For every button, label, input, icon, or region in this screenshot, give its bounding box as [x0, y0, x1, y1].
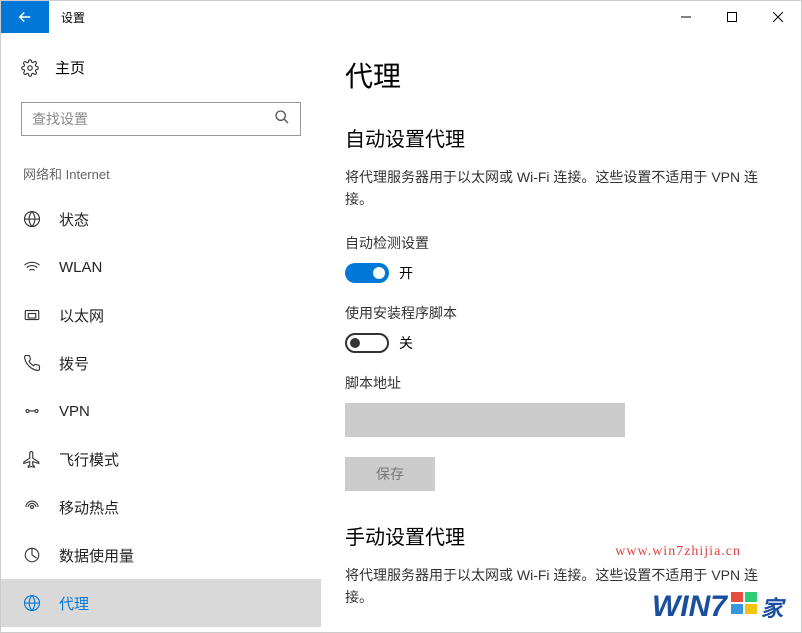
airplane-icon — [23, 450, 41, 468]
script-address-label: 脚本地址 — [345, 373, 771, 393]
home-link[interactable]: 主页 — [21, 51, 301, 84]
toggle-state: 关 — [399, 333, 413, 353]
search-input[interactable] — [32, 111, 274, 127]
gear-icon — [21, 59, 39, 77]
use-proxy-label: 使用代理服务器 — [345, 631, 771, 632]
globe-icon — [23, 210, 41, 228]
search-box[interactable] — [21, 102, 301, 136]
maximize-button[interactable] — [709, 1, 755, 33]
auto-detect-label: 自动检测设置 — [345, 233, 771, 253]
wifi-icon — [23, 258, 41, 276]
toggle-state: 开 — [399, 263, 413, 283]
main-content: 代理 自动设置代理 将代理服务器用于以太网或 Wi-Fi 连接。这些设置不适用于… — [321, 33, 801, 632]
close-button[interactable] — [755, 1, 801, 33]
sidebar-item-label: 代理 — [59, 593, 89, 614]
sidebar-item-label: 飞行模式 — [59, 449, 119, 470]
data-icon — [23, 546, 41, 564]
sidebar: 主页 网络和 Internet 状态 WLAN 以太网 拨号 — [1, 33, 321, 632]
sidebar-item-datausage[interactable]: 数据使用量 — [21, 531, 301, 579]
use-script-toggle[interactable] — [345, 333, 389, 353]
sidebar-item-label: 拨号 — [59, 353, 89, 374]
watermark-url: www.win7zhijia.cn — [615, 544, 741, 560]
home-label: 主页 — [55, 57, 85, 78]
sidebar-item-proxy[interactable]: 代理 — [1, 579, 321, 627]
window-title: 设置 — [49, 1, 85, 33]
sidebar-item-wlan[interactable]: WLAN — [21, 243, 301, 291]
globe-icon — [23, 594, 41, 612]
hotspot-icon — [23, 498, 41, 516]
save-button[interactable]: 保存 — [345, 457, 435, 491]
script-address-input[interactable] — [345, 403, 625, 437]
sidebar-item-hotspot[interactable]: 移动热点 — [21, 483, 301, 531]
minimize-button[interactable] — [663, 1, 709, 33]
sidebar-item-label: 以太网 — [59, 305, 104, 326]
page-title: 代理 — [345, 55, 771, 95]
sidebar-item-label: WLAN — [59, 259, 102, 276]
sidebar-item-label: 移动热点 — [59, 497, 119, 518]
auto-detect-toggle[interactable] — [345, 263, 389, 283]
category-label: 网络和 Internet — [21, 164, 301, 183]
back-button[interactable] — [1, 1, 49, 33]
auto-proxy-desc: 将代理服务器用于以太网或 Wi-Fi 连接。这些设置不适用于 VPN 连接。 — [345, 166, 765, 211]
sidebar-item-airplane[interactable]: 飞行模式 — [21, 435, 301, 483]
phone-icon — [23, 354, 41, 372]
sidebar-item-ethernet[interactable]: 以太网 — [21, 291, 301, 339]
sidebar-item-label: 状态 — [59, 209, 89, 230]
vpn-icon — [23, 402, 41, 420]
sidebar-item-dialup[interactable]: 拨号 — [21, 339, 301, 387]
sidebar-item-label: 数据使用量 — [59, 545, 134, 566]
sidebar-item-label: VPN — [59, 403, 90, 420]
use-script-label: 使用安装程序脚本 — [345, 303, 771, 323]
sidebar-item-vpn[interactable]: VPN — [21, 387, 301, 435]
ethernet-icon — [23, 306, 41, 324]
sidebar-item-status[interactable]: 状态 — [21, 195, 301, 243]
watermark-brand: WIN7 家 — [652, 590, 783, 624]
search-icon — [274, 109, 290, 130]
auto-proxy-heading: 自动设置代理 — [345, 123, 771, 152]
